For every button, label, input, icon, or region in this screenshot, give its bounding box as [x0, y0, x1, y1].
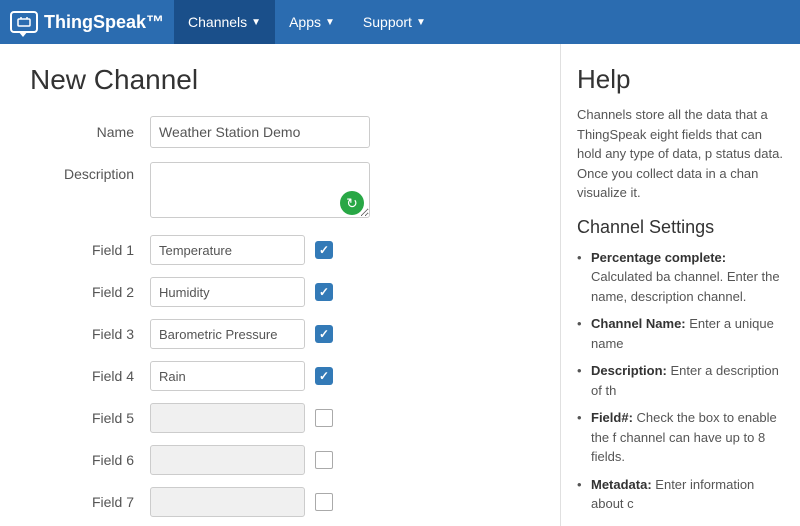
field-label-2: Field 2	[30, 284, 150, 300]
help-panel: Help Channels store all the data that a …	[560, 44, 800, 526]
help-item-6: Tags: Enter keywords that identify th	[577, 522, 784, 526]
field-row-6: Field 6	[30, 445, 530, 475]
field-input-6[interactable]	[150, 445, 305, 475]
field-checkbox-6[interactable]	[315, 451, 333, 469]
help-title: Help	[577, 64, 784, 95]
field-row-2: Field 2	[30, 277, 530, 307]
field-checkbox-7[interactable]	[315, 493, 333, 511]
apps-caret: ▼	[325, 17, 335, 28]
name-row: Name	[30, 116, 530, 148]
help-intro: Channels store all the data that a Thing…	[577, 105, 784, 203]
nav-support[interactable]: Support ▼	[349, 0, 440, 44]
field-checkbox-3[interactable]	[315, 325, 333, 343]
channels-caret: ▼	[251, 17, 261, 28]
main-content: New Channel Name Description ↻ Field 1Fi…	[0, 44, 800, 526]
field-row-3: Field 3	[30, 319, 530, 349]
field-input-3[interactable]	[150, 319, 305, 349]
fields-container: Field 1 Field 2 Field 3 Field 4 Field 5 Field…	[30, 235, 530, 517]
field-checkbox-2[interactable]	[315, 283, 333, 301]
brand-logo[interactable]: ThingSpeak™	[10, 11, 164, 33]
field-label-6: Field 6	[30, 452, 150, 468]
help-item-2: Channel Name: Enter a unique name	[577, 314, 784, 353]
description-label: Description	[30, 162, 150, 182]
form-panel: New Channel Name Description ↻ Field 1Fi…	[0, 44, 560, 526]
help-item-4: Field#: Check the box to enable the f ch…	[577, 408, 784, 467]
field-row-5: Field 5	[30, 403, 530, 433]
field-label-7: Field 7	[30, 494, 150, 510]
field-checkbox-5[interactable]	[315, 409, 333, 427]
refresh-icon[interactable]: ↻	[340, 191, 364, 215]
field-input-2[interactable]	[150, 277, 305, 307]
help-item-1: Percentage complete: Calculated ba chann…	[577, 248, 784, 307]
field-input-5[interactable]	[150, 403, 305, 433]
field-row-1: Field 1	[30, 235, 530, 265]
field-checkbox-1[interactable]	[315, 241, 333, 259]
name-input[interactable]	[150, 116, 370, 148]
field-row-4: Field 4	[30, 361, 530, 391]
help-section-title: Channel Settings	[577, 217, 784, 238]
page-title: New Channel	[30, 64, 530, 96]
field-label-3: Field 3	[30, 326, 150, 342]
description-input[interactable]	[150, 162, 370, 218]
logo-svg	[17, 17, 31, 27]
field-checkbox-4[interactable]	[315, 367, 333, 385]
field-label-5: Field 5	[30, 410, 150, 426]
nav-apps[interactable]: Apps ▼	[275, 0, 349, 44]
field-label-1: Field 1	[30, 242, 150, 258]
brand-text: ThingSpeak™	[44, 12, 164, 33]
field-row-7: Field 7	[30, 487, 530, 517]
logo-icon	[10, 11, 38, 33]
name-label: Name	[30, 124, 150, 140]
nav-channels[interactable]: Channels ▼	[174, 0, 275, 44]
field-label-4: Field 4	[30, 368, 150, 384]
field-input-1[interactable]	[150, 235, 305, 265]
help-list: Percentage complete: Calculated ba chann…	[577, 248, 784, 526]
description-wrapper: ↻	[150, 162, 370, 221]
description-row: Description ↻	[30, 162, 530, 221]
field-input-7[interactable]	[150, 487, 305, 517]
navbar: ThingSpeak™ Channels ▼ Apps ▼ Support ▼	[0, 0, 800, 44]
help-item-5: Metadata: Enter information about c	[577, 475, 784, 514]
help-item-3: Description: Enter a description of th	[577, 361, 784, 400]
field-input-4[interactable]	[150, 361, 305, 391]
support-caret: ▼	[416, 17, 426, 28]
